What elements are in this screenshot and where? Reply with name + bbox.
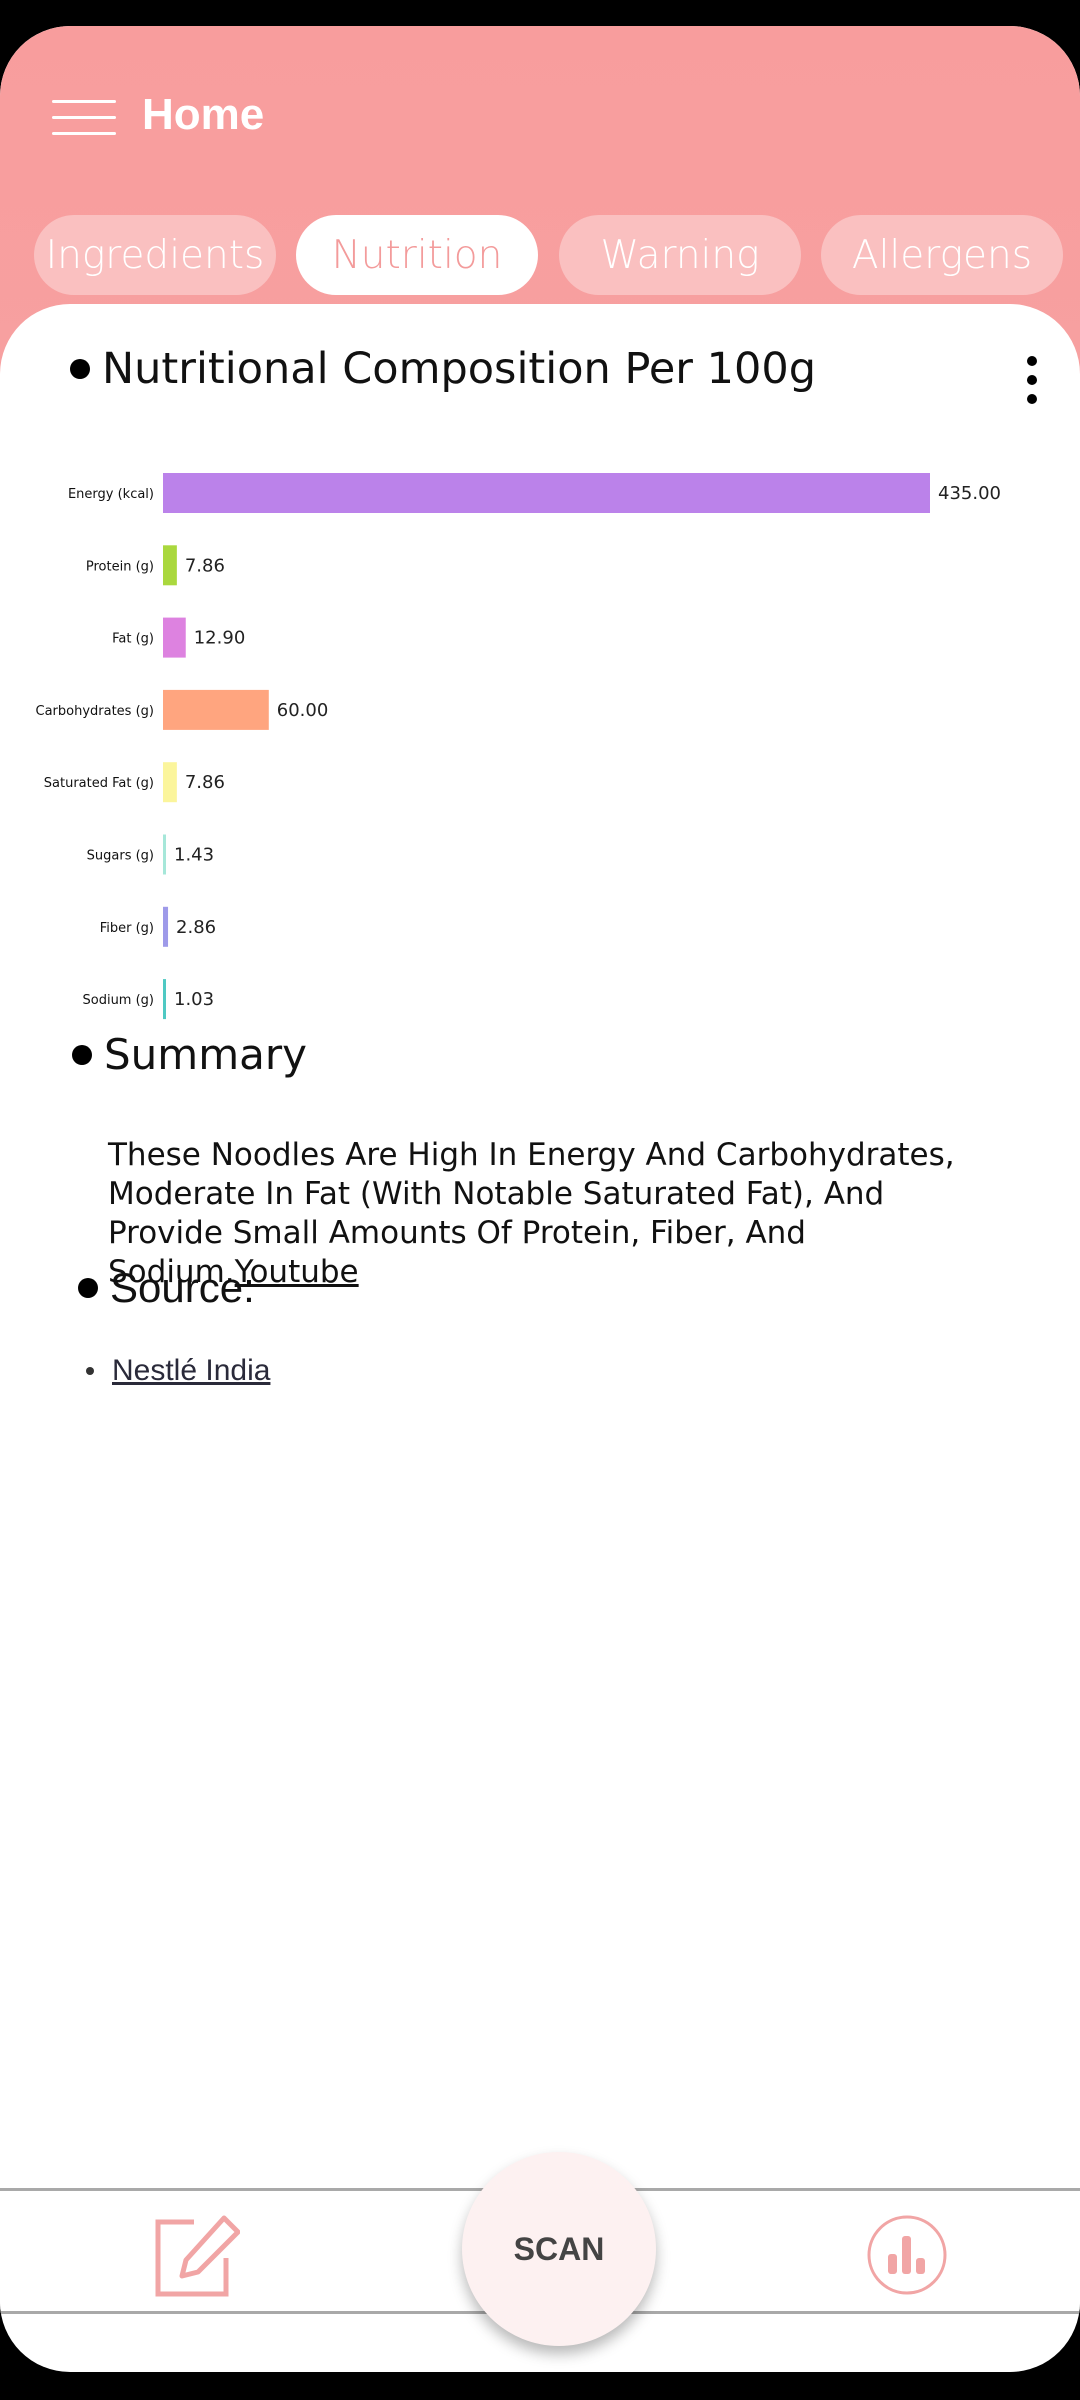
source-link[interactable]: Nestlé India [112, 1354, 270, 1388]
nutrition-bar-chart: Energy (kcal) 435.00 Protein (g) 7.86 Fat (g… [36, 473, 1001, 1020]
chart-category-label: Carbohydrates (g) [36, 704, 155, 719]
chart-value-label: 1.03 [174, 989, 214, 1010]
chart-bar [163, 617, 186, 658]
chart-bar [163, 762, 177, 803]
chart-category-label: Fat (g) [112, 632, 154, 647]
chart-bar [163, 545, 177, 586]
nutrition-heading: Nutritional Composition Per 100g [70, 344, 816, 394]
chart-value-label: 1.43 [174, 845, 214, 866]
source-heading-text: Source: [110, 1264, 255, 1311]
summary-heading-text: Summary [104, 1030, 307, 1079]
chart-category-label: Sugars (g) [87, 849, 154, 864]
chart-bar [163, 473, 930, 513]
bullet-dot-icon [78, 1278, 98, 1298]
list-bullet-icon [86, 1367, 94, 1375]
bullet-dot-icon [72, 1044, 92, 1065]
chart-value-label: 7.86 [185, 555, 225, 576]
chart-value-label: 7.86 [185, 772, 225, 793]
tab-warning[interactable]: Warning [559, 215, 801, 295]
chart-bar [163, 906, 169, 947]
bar-chart-icon[interactable] [866, 2214, 948, 2300]
chart-value-label: 12.90 [194, 628, 246, 649]
chart-bar [163, 689, 269, 730]
source-list-item: Nestlé India [86, 1354, 270, 1388]
chart-value-label: 2.86 [176, 917, 216, 938]
app-screen: Home Ingredients Nutrition Warning Aller… [0, 26, 1080, 2372]
source-heading: Source: [78, 1264, 255, 1312]
tab-nutrition[interactable]: Nutrition [296, 215, 538, 295]
bullet-dot-icon [70, 359, 90, 379]
nutrition-heading-text: Nutritional Composition Per 100g [102, 344, 817, 394]
chart-bar [163, 979, 166, 1020]
edit-icon[interactable] [150, 2214, 241, 2304]
scan-button[interactable]: SCAN [462, 2152, 656, 2346]
hamburger-menu-icon[interactable] [52, 100, 116, 136]
chart-bar [163, 834, 166, 875]
tab-allergens[interactable]: Allergens [821, 215, 1063, 295]
chart-value-label: 435.00 [938, 483, 1001, 504]
chart-category-label: Fiber (g) [100, 921, 154, 936]
chart-category-label: Protein (g) [86, 559, 154, 574]
chart-value-label: 60.00 [277, 700, 329, 721]
chart-category-label: Sodium (g) [83, 993, 155, 1008]
chart-category-label: Saturated Fat (g) [44, 776, 154, 791]
tab-ingredients[interactable]: Ingredients [34, 215, 276, 295]
summary-heading: Summary [72, 1030, 307, 1079]
chart-category-label: Energy (kcal) [68, 487, 154, 502]
page-title: Home [142, 90, 265, 139]
more-vertical-icon[interactable] [1024, 356, 1040, 404]
